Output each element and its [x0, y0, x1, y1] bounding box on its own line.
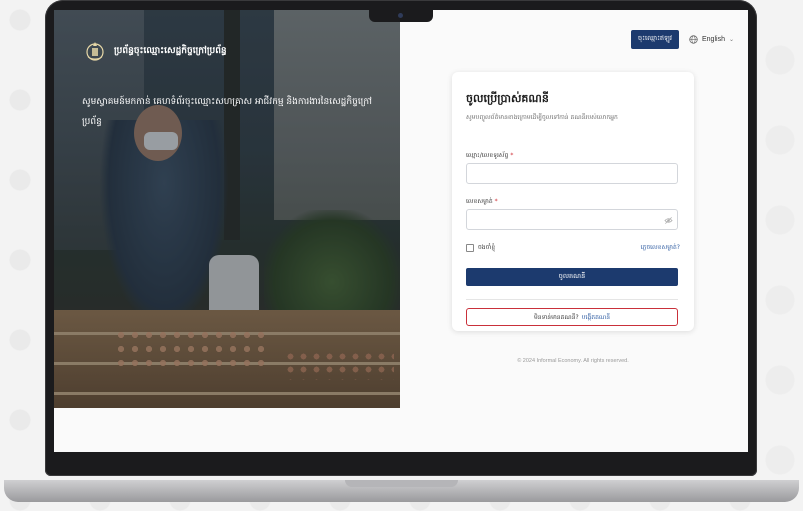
- password-input[interactable]: [466, 209, 678, 230]
- login-card: ចូលប្រើប្រាស់គណនី សូមបញ្ចូលព័ត៌មានខាងក្រ…: [452, 72, 694, 331]
- remember-label: ចងចាំខ្ញុំ: [478, 244, 496, 251]
- divider: [466, 299, 678, 300]
- royal-seal-icon: [86, 42, 104, 61]
- hero-tagline: សូមស្វាគមន៍មកកាន់ គេហទំព័រចុះឈ្មោះសហគ្រា…: [82, 97, 372, 127]
- hero-image-panel: ប្រព័ន្ធចុះឈ្មោះសេដ្ឋកិច្ចក្រៅប្រព័ន្ធ ស…: [54, 10, 400, 408]
- laptop-opening-groove: [345, 480, 458, 487]
- create-account-link[interactable]: បង្កើតគណនី: [582, 313, 610, 322]
- login-title: ចូលប្រើប្រាស់គណនី: [466, 92, 549, 105]
- remember-checkbox[interactable]: [466, 243, 474, 252]
- chevron-down-icon: ⌄: [728, 37, 734, 43]
- language-selector[interactable]: English ⌄: [689, 35, 734, 44]
- remember-me[interactable]: ចងចាំខ្ញុំ: [466, 243, 495, 252]
- camera-notch: [369, 10, 433, 22]
- password-label: លេខសម្ងាត់ *: [466, 198, 498, 205]
- globe-icon: [689, 35, 698, 44]
- required-mark: *: [494, 198, 498, 205]
- brand-name: ប្រព័ន្ធចុះឈ្មោះសេដ្ឋកិច្ចក្រៅប្រព័ន្ធ: [114, 45, 227, 56]
- no-account-text: មិនទាន់មានគណនី?: [533, 313, 579, 321]
- laptop-base: [4, 480, 799, 502]
- username-label: ឈ្មោះ/លេខទូរស័ព្ទ *: [466, 152, 514, 159]
- footer-copyright: © 2024 Informal Economy. All rights rese…: [517, 358, 629, 364]
- register-now-button[interactable]: ចុះឈ្មោះឥឡូវ: [631, 30, 679, 49]
- topbar: ចុះឈ្មោះឥឡូវ English ⌄: [631, 30, 734, 49]
- create-account-box[interactable]: មិនទាន់មានគណនី? បង្កើតគណនី: [466, 308, 678, 326]
- login-button[interactable]: ចូលគណនី: [466, 268, 678, 286]
- forgot-password-link[interactable]: ភ្លេចលេខសម្ងាត់?: [641, 243, 680, 252]
- language-label: English: [702, 36, 725, 43]
- laptop-screen: ប្រព័ន្ធចុះឈ្មោះសេដ្ឋកិច្ចក្រៅប្រព័ន្ធ ស…: [54, 10, 748, 452]
- required-mark: *: [510, 152, 514, 159]
- eye-off-icon[interactable]: [664, 216, 673, 225]
- login-subtitle: សូមបញ្ចូលព័ត៌មានខាងក្រោមដើម្បីចូលទៅកាន់ …: [466, 114, 618, 121]
- username-input[interactable]: [466, 163, 678, 184]
- brand: ប្រព័ន្ធចុះឈ្មោះសេដ្ឋកិច្ចក្រៅប្រព័ន្ធ: [84, 40, 227, 62]
- camera-icon: [398, 13, 403, 18]
